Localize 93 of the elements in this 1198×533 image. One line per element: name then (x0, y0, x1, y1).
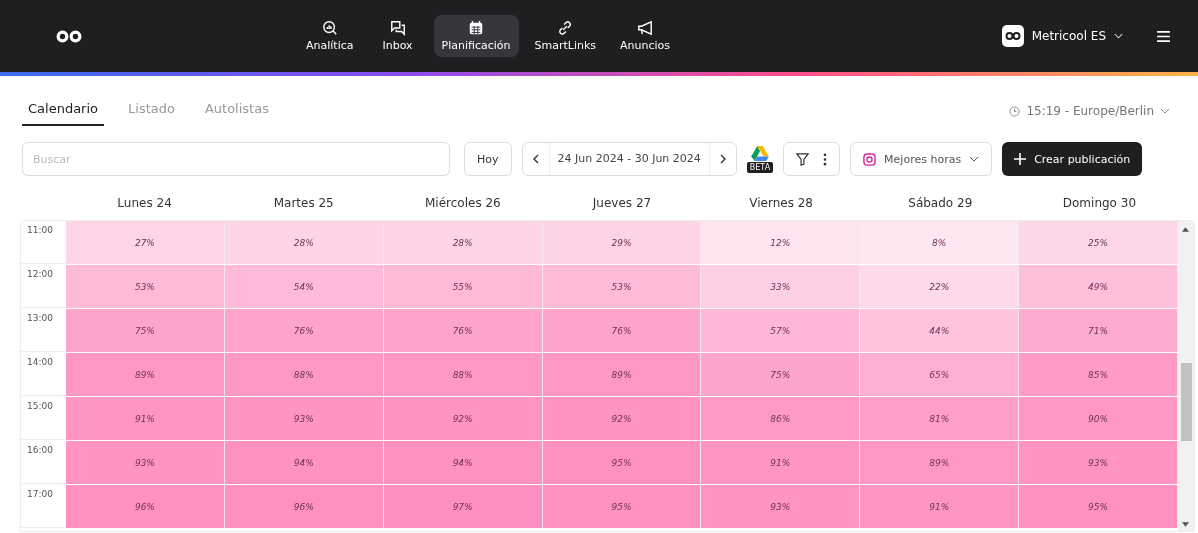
heatmap-cell: 75% (66, 309, 225, 352)
day-header: Sábado 29 (907, 196, 974, 212)
heatmap-cell: 49% (1019, 265, 1178, 308)
view-tab[interactable]: Calendario (22, 96, 105, 126)
day-header: Jueves 27 (591, 196, 653, 212)
heatmap-cell: 88% (224, 353, 384, 396)
heatmap-cell: 96% (66, 485, 225, 528)
chevron-down-icon (1114, 33, 1123, 39)
create-post-button[interactable]: Crear publicación (1002, 142, 1143, 176)
heatmap-cell: 33% (701, 265, 861, 308)
calendar-icon (468, 20, 484, 36)
heatmap-cell: 27% (66, 221, 225, 264)
heatmap-cell: 90% (1019, 397, 1178, 440)
heatmap-cell: 92% (383, 397, 543, 440)
heatmap-cell: 53% (66, 265, 225, 308)
beta-badge: BETA (746, 161, 774, 173)
menu-icon[interactable] (1157, 30, 1170, 42)
megaphone-icon (637, 20, 654, 36)
heatmap-cell: 76% (383, 309, 543, 352)
heatmap-cell: 25% (1019, 221, 1178, 264)
heatmap-cell: 8% (860, 221, 1020, 264)
account-switcher[interactable]: Metricool ES (995, 24, 1129, 48)
account-logo-icon (1001, 25, 1024, 47)
nav-item[interactable]: SmartLinks (526, 15, 605, 57)
analytics-icon (321, 20, 338, 36)
day-header: Viernes 28 (748, 196, 814, 212)
heatmap-cell: 53% (542, 265, 702, 308)
heatmap-cell: 92% (542, 397, 702, 440)
search-field[interactable]: Buscar (22, 142, 450, 176)
scrollbar-thumb[interactable] (1181, 363, 1192, 441)
nav-item[interactable]: Anuncios (612, 15, 679, 57)
day-header: Domingo 30 (1061, 196, 1138, 212)
heatmap-cell: 71% (1019, 309, 1178, 352)
heatmap-cell: 91% (701, 441, 861, 484)
heatmap-cell: 28% (224, 221, 384, 264)
heatmap-cell: 89% (542, 353, 702, 396)
nav-item[interactable]: Planificación (433, 15, 519, 57)
heatmap-cell: 91% (66, 397, 225, 440)
heatmap-cell: 89% (66, 353, 225, 396)
heatmap-cell: 93% (701, 485, 861, 528)
heatmap-cell: 29% (542, 221, 702, 264)
heatmap-cell: 12% (701, 221, 861, 264)
today-button[interactable]: Hoy (464, 142, 512, 176)
heatmap-cell: 89% (860, 441, 1020, 484)
more-options-icon[interactable] (823, 152, 828, 166)
heatmap-cell: 93% (224, 397, 384, 440)
heatmap-cell: 86% (701, 397, 861, 440)
heatmap-cell: 81% (860, 397, 1020, 440)
heatmap-cell: 75% (701, 353, 861, 396)
scrollbar[interactable] (1178, 221, 1194, 531)
heatmap-cell: 76% (224, 309, 384, 352)
heatmap-cell: 97% (383, 485, 543, 528)
drive-icon[interactable] (750, 145, 769, 161)
heatmap-cell: 65% (860, 353, 1020, 396)
chevron-down-icon (1160, 108, 1170, 114)
heatmap-cell: 88% (383, 353, 543, 396)
nav-item[interactable]: Analítica (298, 15, 362, 57)
chevron-down-icon (969, 156, 980, 162)
heatmap-cell: 94% (224, 441, 384, 484)
heatmap-cell: 22% (860, 265, 1020, 308)
heatmap-cell: 55% (383, 265, 543, 308)
logo-icon[interactable] (56, 29, 82, 43)
heatmap-cell: 96% (224, 485, 384, 528)
day-header: Lunes 24 (116, 196, 173, 212)
heatmap-cell: 28% (383, 221, 543, 264)
heatmap-cell: 54% (224, 265, 384, 308)
heatmap-cell: 94% (383, 441, 543, 484)
heatmap-cell: 85% (1019, 353, 1178, 396)
heatmap-cell: 76% (542, 309, 702, 352)
scroll-up-icon[interactable] (1182, 227, 1189, 232)
heatmap-cell: 93% (1019, 441, 1178, 484)
heatmap-cell: 93% (66, 441, 225, 484)
plus-icon (1014, 153, 1027, 165)
clock-icon (1009, 105, 1021, 117)
filter-icon[interactable] (796, 152, 810, 166)
heatmap-cell: 57% (701, 309, 861, 352)
instagram-icon (863, 152, 877, 166)
heatmap-cell: 91% (860, 485, 1020, 528)
heatmap-cell: 95% (1019, 485, 1178, 528)
date-range: 24 Jun 2024 - 30 Jun 2024 (548, 143, 710, 175)
scroll-down-icon[interactable] (1182, 522, 1189, 527)
day-header: Martes 25 (272, 196, 335, 212)
heatmap-cell: 44% (860, 309, 1020, 352)
day-header: Miércoles 26 (424, 196, 502, 212)
heatmap-cell: 95% (542, 485, 702, 528)
link-icon (557, 20, 574, 36)
chevron-right-icon (719, 153, 726, 164)
heatmap-cell: 95% (542, 441, 702, 484)
best-hours-dropdown[interactable]: Mejores horas (850, 142, 993, 176)
chevron-left-icon (532, 153, 539, 164)
chat-icon (389, 20, 406, 36)
timezone-selector[interactable]: 15:19 - Europe/Berlin (1003, 103, 1176, 119)
nav-item[interactable]: Inbox (369, 15, 426, 57)
